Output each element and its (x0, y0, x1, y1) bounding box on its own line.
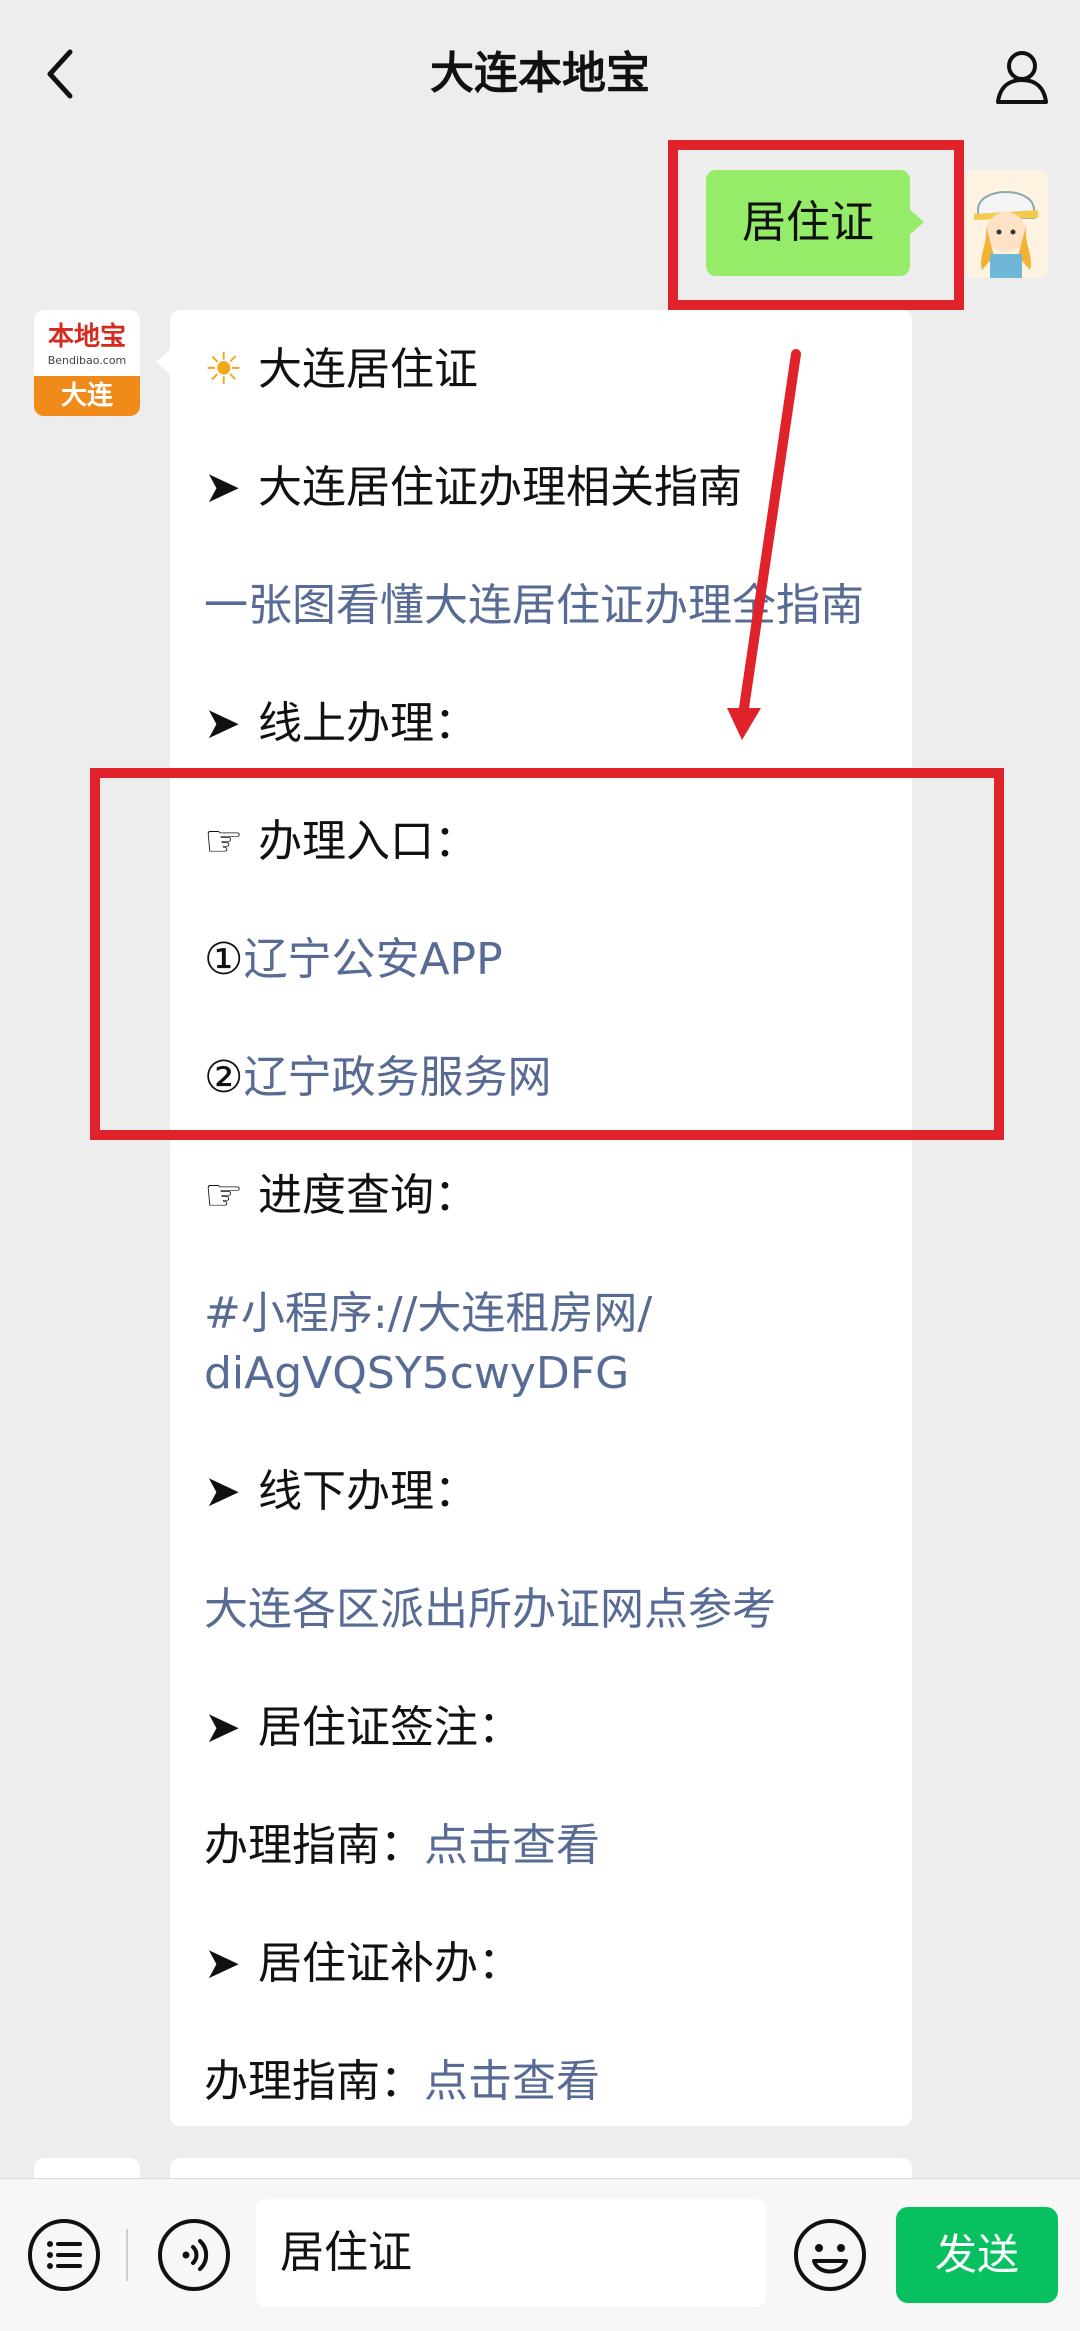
list-menu-icon (28, 2219, 100, 2291)
online-heading-text: 线上办理： (258, 698, 478, 749)
liaoning-gov-service-link[interactable]: 辽宁政务服务网 (243, 1052, 551, 1103)
menu-button[interactable] (26, 2217, 102, 2293)
pointing-hand-icon: ☞ (204, 816, 244, 867)
arrow-bullet-icon: ➤ (204, 462, 241, 513)
sign-heading-line: ➤ 居住证签注： (204, 1698, 522, 1758)
sign-guide-link[interactable]: 点击查看 (424, 1820, 600, 1871)
message-input-bar: 居住证 发送 (0, 2178, 1080, 2331)
arrow-bullet-icon: ➤ (204, 698, 241, 749)
arrow-bullet-icon: ➤ (204, 1702, 241, 1753)
guide-heading-line: ➤ 大连居住证办理相关指南 (204, 458, 742, 518)
incoming-message-bubble: ☀ 大连居住证 ➤ 大连居住证办理相关指南 一张图看懂大连居住证办理全指南 ➤ 线上办… (156, 310, 912, 2126)
outgoing-message-bubble[interactable]: 居住证 (706, 170, 924, 276)
online-heading-line: ➤ 线上办理： (204, 694, 478, 754)
offline-heading-line: ➤ 线下办理： (204, 1462, 478, 1522)
offline-locations-link[interactable]: 大连各区派出所办证网点参考 (204, 1580, 776, 1640)
cartoon-character-icon (964, 170, 1048, 278)
voice-icon (158, 2219, 230, 2291)
reissue-guide-line: 办理指南：点击查看 (204, 2052, 600, 2112)
progress-heading-text: 进度查询： (258, 1170, 478, 1221)
input-bar-divider (126, 2229, 128, 2281)
chat-header: 大连本地宝 (0, 0, 1080, 145)
entry-item-1: ①辽宁公安APP (204, 930, 503, 990)
bot-avatar-logo-text: 本地宝 (47, 322, 126, 352)
send-button[interactable]: 发送 (896, 2207, 1058, 2303)
entry-1-number: ① (204, 934, 244, 985)
sun-icon: ☀ (204, 344, 244, 395)
bot-avatar-city: 大连 (34, 376, 140, 416)
arrow-bullet-icon: ➤ (204, 1938, 241, 1989)
reissue-guide-link[interactable]: 点击查看 (424, 2056, 600, 2107)
mini-program-link-line-2[interactable]: diAgVQSY5cwyDFG (204, 1344, 629, 1404)
bot-avatar-logo-sub: Bendibao.com (47, 354, 127, 367)
voice-button[interactable] (156, 2217, 232, 2293)
liaoning-police-app-link[interactable]: 辽宁公安APP (243, 934, 502, 985)
profile-button[interactable] (990, 44, 1054, 108)
emoji-icon (794, 2219, 866, 2291)
person-icon (996, 51, 1048, 104)
sign-guide-label: 办理指南： (204, 1820, 424, 1871)
sign-guide-line: 办理指南：点击查看 (204, 1816, 600, 1876)
entry-item-2: ②辽宁政务服务网 (204, 1048, 551, 1108)
message-title-text: 大连居住证 (258, 344, 478, 395)
bot-avatar[interactable]: 本地宝 Bendibao.com 大连 (34, 310, 140, 416)
arrow-bullet-icon: ➤ (204, 1466, 241, 1517)
offline-heading-text: 线下办理： (258, 1466, 478, 1517)
chat-title: 大连本地宝 (430, 48, 650, 99)
guide-link[interactable]: 一张图看懂大连居住证办理全指南 (204, 576, 864, 636)
mini-program-link-line-1[interactable]: #小程序://大连租房网/ (204, 1284, 652, 1344)
message-title-line: ☀ 大连居住证 (204, 340, 478, 400)
entry-2-number: ② (204, 1052, 244, 1103)
progress-heading-line: ☞ 进度查询： (204, 1166, 478, 1226)
next-message-avatar (34, 2158, 140, 2178)
emoji-button[interactable] (792, 2217, 868, 2293)
message-text-input[interactable]: 居住证 (256, 2199, 766, 2307)
reissue-heading-text: 居住证补办： (258, 1938, 522, 1989)
pointing-hand-icon: ☞ (204, 1170, 244, 1221)
sign-heading-text: 居住证签注： (258, 1702, 522, 1753)
reissue-heading-line: ➤ 居住证补办： (204, 1934, 522, 1994)
guide-heading-text: 大连居住证办理相关指南 (258, 462, 742, 513)
entry-heading-line: ☞ 办理入口： (204, 812, 478, 872)
user-avatar[interactable] (964, 170, 1048, 278)
reissue-guide-label: 办理指南： (204, 2056, 424, 2107)
next-message-bubble (170, 2158, 912, 2178)
entry-heading-text: 办理入口： (258, 816, 478, 867)
